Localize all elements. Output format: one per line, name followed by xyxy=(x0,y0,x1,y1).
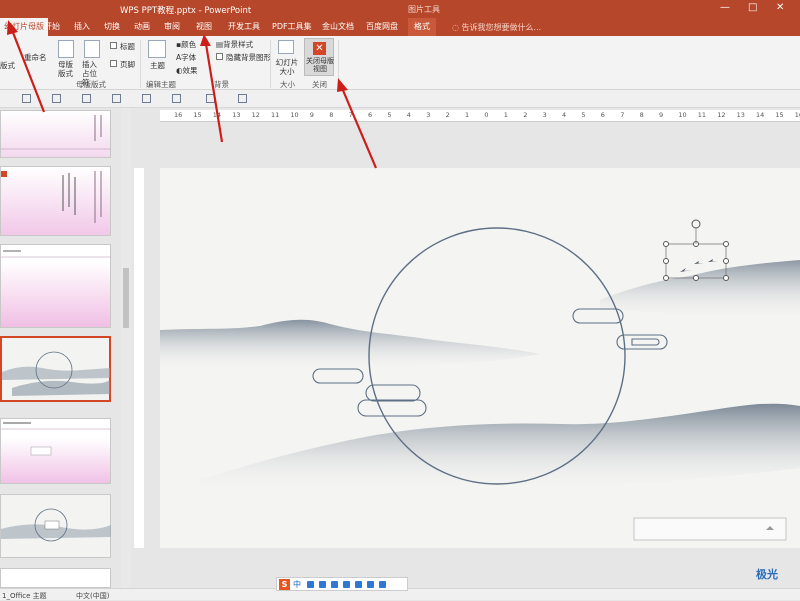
arrow-head xyxy=(200,34,211,46)
arrow-to-view-tab xyxy=(204,43,224,143)
arrow-to-close-master xyxy=(340,87,378,169)
arrow-to-master-tab xyxy=(10,29,46,113)
arrow-head xyxy=(7,20,18,35)
annotation-arrows xyxy=(7,20,378,169)
arrow-head xyxy=(337,78,348,92)
